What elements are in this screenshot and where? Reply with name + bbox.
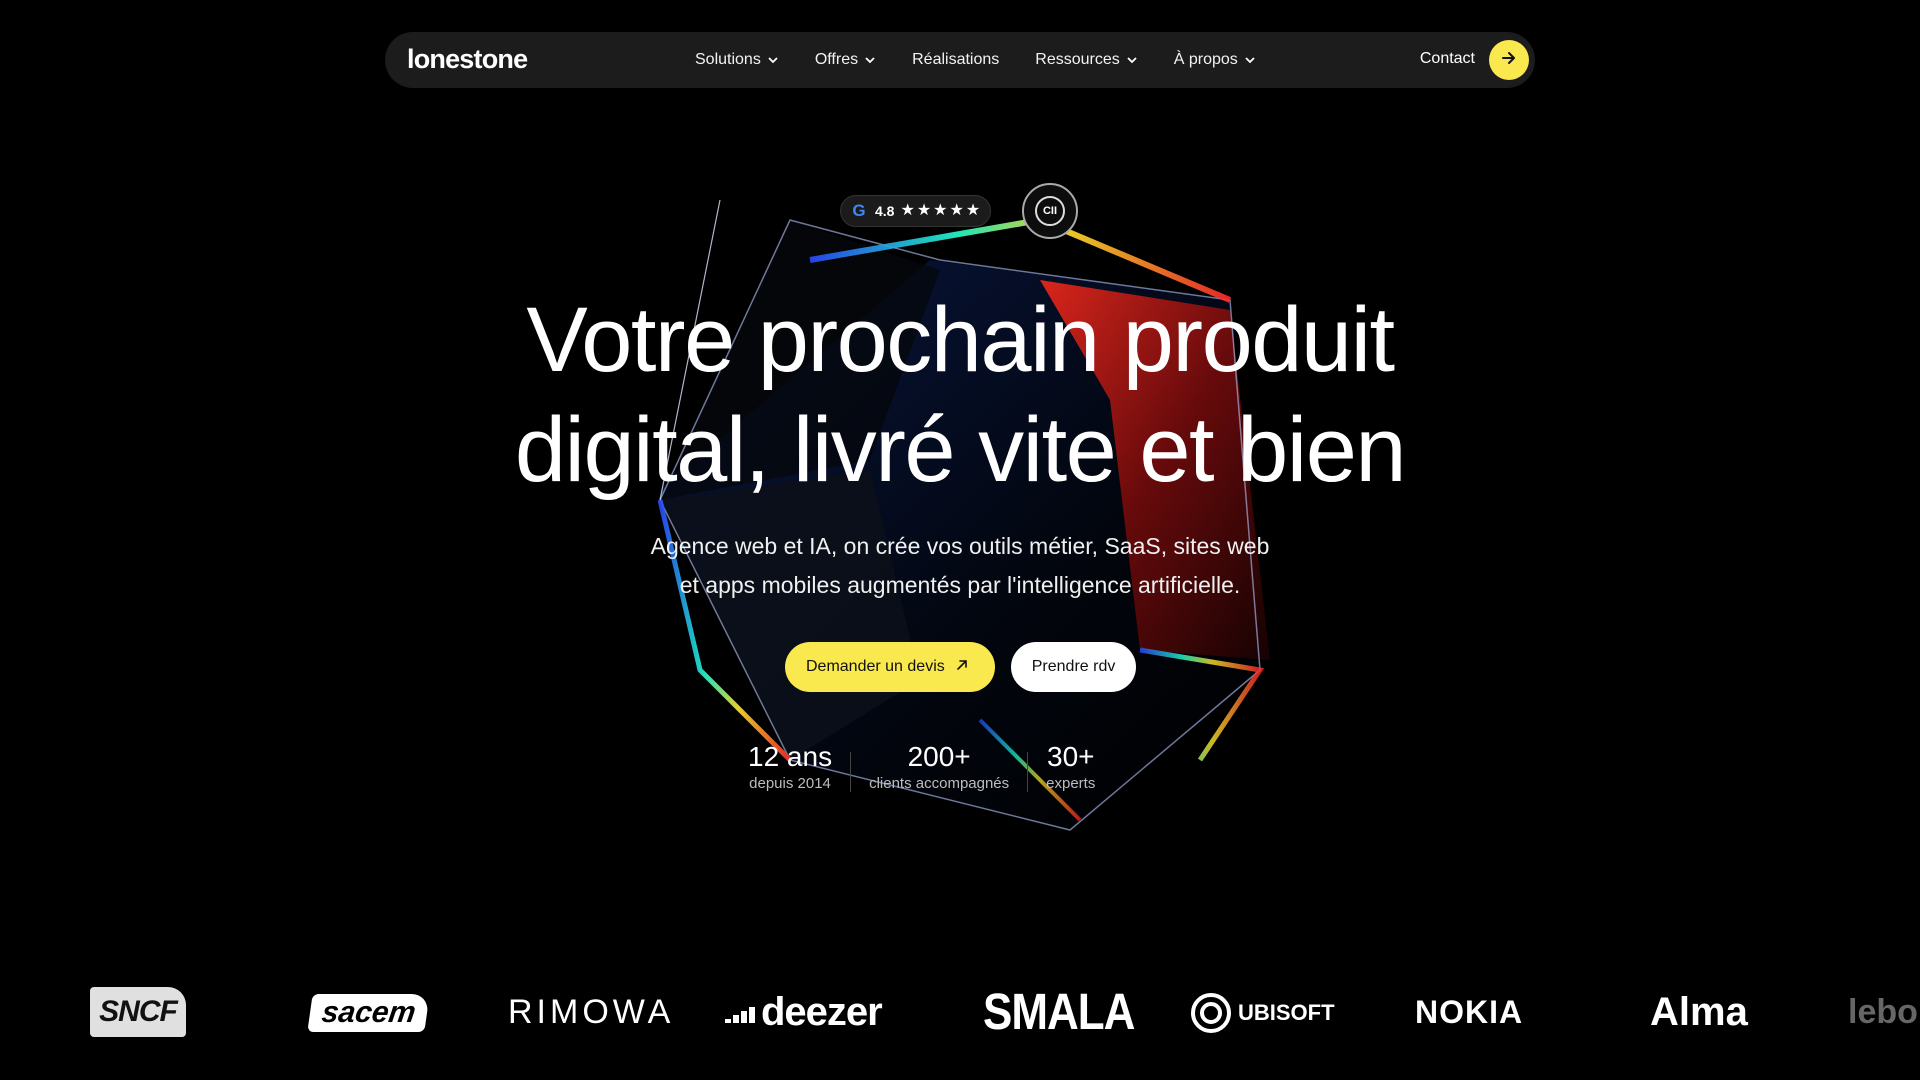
cii-badge: CII xyxy=(1022,183,1078,239)
lonestone-logo[interactable]: lonestone xyxy=(407,44,528,75)
hero-subtitle-line-2: et apps mobiles augmentés par l'intellig… xyxy=(679,572,1241,598)
stat-label: clients accompagnés xyxy=(869,775,1010,792)
smala-logo: SMALA xyxy=(983,983,1135,1041)
arrow-up-right-icon xyxy=(955,658,969,677)
stat-value: 12 ans xyxy=(748,741,833,772)
sacem-logo-text: sacem xyxy=(307,993,431,1032)
star-icon: ★ xyxy=(949,202,964,219)
star-icon: ★ xyxy=(900,202,915,219)
cta-row: Demander un devis Prendre rdv xyxy=(785,642,1137,692)
stat-value: 200+ xyxy=(907,741,971,772)
client-logos-strip: SNCF sacem RIMOWA deezer SMALA UBISOFT N… xyxy=(0,975,1920,1050)
google-icon: G xyxy=(852,201,866,220)
nav-item-realisations[interactable]: Réalisations xyxy=(912,51,999,69)
ubisoft-swirl-icon xyxy=(1191,992,1231,1033)
book-meeting-label: Prendre rdv xyxy=(1031,658,1116,675)
google-rating-badge[interactable]: G 4.8 ★ ★ ★ ★ ★ xyxy=(840,195,992,227)
star-icon: ★ xyxy=(916,202,932,219)
contact-link[interactable]: Contact xyxy=(1420,50,1475,68)
hero-subtitle: Agence web et IA, on crée vos outils mét… xyxy=(610,527,1310,605)
nav-item-label: Ressources xyxy=(1035,51,1120,68)
hero-title: Votre prochain produit digital, livré vi… xyxy=(0,285,1920,505)
sacem-logo: sacem xyxy=(307,975,431,1050)
stat-value: 30+ xyxy=(1047,741,1095,772)
stat-label: experts xyxy=(1046,775,1096,792)
nokia-logo: NOKIA xyxy=(1415,994,1524,1030)
star-icon: ★ xyxy=(933,202,948,219)
book-meeting-button[interactable]: Prendre rdv xyxy=(1010,642,1137,692)
request-quote-label: Demander un devis xyxy=(806,658,945,675)
deezer-logo: deezer xyxy=(725,975,883,1050)
arrow-right-icon xyxy=(1500,49,1518,72)
nav-item-ressources[interactable]: Ressources xyxy=(1035,51,1137,69)
nav-item-label: À propos xyxy=(1173,51,1238,68)
hero-title-line-1: Votre prochain produit xyxy=(526,289,1395,391)
alma-logo: Alma xyxy=(1650,990,1748,1034)
cii-label: CII xyxy=(1035,196,1065,226)
ubisoft-logo-text: UBISOFT xyxy=(1238,999,1335,1025)
chevron-down-icon xyxy=(864,56,876,64)
chevron-down-icon xyxy=(1126,56,1138,64)
deezer-logo-text: deezer xyxy=(761,990,883,1034)
request-quote-button[interactable]: Demander un devis xyxy=(785,642,995,692)
star-icon: ★ xyxy=(965,202,981,219)
hero-subtitle-line-1: Agence web et IA, on crée vos outils mét… xyxy=(650,533,1270,559)
deezer-bars-icon xyxy=(725,1006,755,1023)
stat-item: 12 ans depuis 2014 xyxy=(730,740,850,794)
lebo-logo: lebo xyxy=(1848,993,1918,1031)
stat-item: 30+ experts xyxy=(1028,740,1113,794)
nav-links: Solutions Offres Réalisations Ressources… xyxy=(695,32,1292,88)
rating-stars: ★ ★ ★ ★ ★ xyxy=(900,203,980,219)
stat-label: depuis 2014 xyxy=(749,775,831,792)
nav-item-label: Solutions xyxy=(695,51,761,68)
nav-item-label: Offres xyxy=(814,51,859,68)
contact-arrow-button[interactable] xyxy=(1489,40,1529,80)
nav-item-solutions[interactable]: Solutions xyxy=(695,51,779,69)
chevron-down-icon xyxy=(767,56,779,64)
rating-score: 4.8 xyxy=(875,203,895,219)
nav-item-offres[interactable]: Offres xyxy=(815,51,876,69)
hero-title-line-2: digital, livré vite et bien xyxy=(514,399,1407,501)
top-navbar: lonestone Solutions Offres Réalisations … xyxy=(385,32,1535,88)
nav-item-a-propos[interactable]: À propos xyxy=(1174,51,1256,69)
rimowa-logo: RIMOWA xyxy=(508,993,675,1031)
chevron-down-icon xyxy=(1244,56,1256,64)
stats-row: 12 ans depuis 2014 200+ clients accompag… xyxy=(730,740,1113,794)
sncf-logo: SNCF xyxy=(90,987,186,1037)
stat-item: 200+ clients accompagnés xyxy=(851,740,1027,794)
nav-item-label: Réalisations xyxy=(912,51,1000,68)
ubisoft-logo: UBISOFT xyxy=(1190,975,1335,1050)
